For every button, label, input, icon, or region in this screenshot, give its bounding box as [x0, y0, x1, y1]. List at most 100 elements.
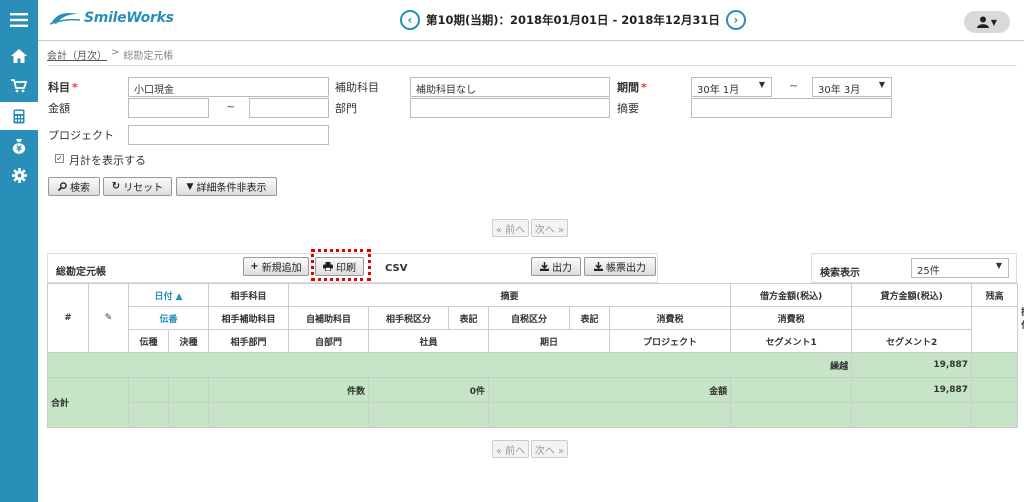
sub-account-input[interactable]: 補助科目なし: [410, 77, 610, 97]
amount-total-value: 19,887: [851, 377, 973, 403]
account-label-text: 科目: [48, 81, 70, 94]
home-icon[interactable]: [0, 42, 38, 70]
period-from-value: 30年 1月: [697, 85, 740, 96]
svg-text:¥: ¥: [16, 145, 22, 154]
logo-text: SmileWorks: [84, 10, 174, 26]
top-bar: SmileWorks ‹ 第10期(当期)：2018年01月01日 - 2018…: [38, 0, 1024, 41]
csv-output-button[interactable]: 出力: [531, 257, 581, 276]
required-mark: *: [641, 81, 647, 94]
logo-swoosh-icon: [50, 12, 80, 25]
table-header-row: 伝種 決種 相手部門 自部門 社員 期日 プロジェクト セグメント1 セグメント…: [48, 329, 1018, 353]
toggle-conditions-label: 詳細条件非表示: [196, 183, 267, 194]
total-cell: [168, 377, 209, 403]
required-mark: *: [72, 81, 78, 94]
total-row-2: [48, 402, 1019, 428]
chevron-right-icon[interactable]: ›: [725, 10, 746, 30]
divider: [47, 65, 1017, 66]
period-from-select[interactable]: 30年 1月 ▼: [691, 77, 772, 97]
form-output-button[interactable]: 帳票出力: [584, 257, 656, 276]
col-credit: 貸方金額(税込): [851, 283, 973, 307]
col-counter-account: 相手科目: [208, 283, 289, 307]
ledger-table: # ✎ 日付 ▲ 相手科目 摘要 借方金額(税込) 貸方金額(税込) 残高 操作…: [46, 283, 1024, 428]
department-input[interactable]: [410, 98, 610, 118]
sub-account-label: 補助科目: [335, 81, 379, 94]
project-input[interactable]: [128, 125, 329, 145]
carryover-ops: [971, 352, 1019, 378]
reset-button[interactable]: ↻ リセット: [103, 177, 172, 196]
total-cell: [851, 402, 973, 428]
col-own-dept: 自部門: [288, 329, 369, 353]
download-icon: [594, 262, 603, 271]
next-page-button-bottom[interactable]: 次へ »: [531, 440, 568, 458]
col-summary: 摘要: [287, 283, 732, 307]
reset-button-label: リセット: [123, 183, 164, 194]
total-cell: [128, 402, 169, 428]
calculator-icon[interactable]: [0, 102, 38, 130]
col-own-sub: 自補助科目: [288, 306, 369, 330]
cart-icon[interactable]: [0, 72, 38, 100]
col-due-date: 期日: [488, 329, 610, 353]
total-cell: [971, 402, 1019, 428]
gear-icon[interactable]: [0, 161, 38, 189]
money-bag-icon[interactable]: ¥: [0, 132, 38, 160]
period-to-select[interactable]: 30年 3月 ▼: [812, 77, 892, 97]
amount-total-label: 金額: [487, 377, 732, 403]
summary-input[interactable]: [691, 98, 892, 118]
sidebar: ¥: [0, 0, 38, 502]
show-monthly-checkbox[interactable]: ✓: [55, 154, 64, 163]
next-page-button[interactable]: 次へ »: [531, 219, 568, 237]
col-segment2: セグメント2: [851, 329, 973, 353]
col-settle-type: 決種: [168, 329, 209, 353]
amount-from-input[interactable]: [128, 98, 209, 118]
project-label: プロジェクト: [48, 129, 114, 142]
period-label: 第10期(当期)：2018年01月01日 - 2018年12月31日: [426, 13, 720, 27]
csv-output-label: 出力: [552, 263, 572, 274]
col-counter-tax: 相手税区分: [368, 306, 449, 330]
carryover-value: 19,887: [851, 352, 973, 378]
col-slip-no[interactable]: 伝番: [128, 306, 209, 330]
period-nav: ‹ 第10期(当期)：2018年01月01日 - 2018年12月31日 ›: [400, 10, 746, 30]
amount-label: 金額: [48, 102, 70, 115]
col-notation: 表記: [569, 306, 610, 330]
amount-to-input[interactable]: [249, 98, 329, 118]
toggle-conditions-button[interactable]: ▼ 詳細条件非表示: [176, 177, 277, 196]
menu-icon[interactable]: [0, 6, 38, 34]
col-empty: [851, 306, 973, 330]
show-monthly-label: 月計を表示する: [69, 154, 146, 167]
col-counter-sub: 相手補助科目: [208, 306, 289, 330]
total-row: 合計 件数 0件 金額 19,887: [47, 377, 1019, 428]
total-cell: [128, 377, 169, 403]
account-input[interactable]: 小口現金: [128, 77, 329, 97]
breadcrumb-root[interactable]: 会計（月次）: [47, 47, 107, 62]
edit-icon: ✎: [104, 313, 113, 323]
prev-page-button-bottom[interactable]: « 前へ: [492, 440, 529, 458]
caret-down-icon: ▼: [995, 261, 1002, 270]
plus-icon: +: [250, 261, 259, 272]
prev-page-button[interactable]: « 前へ: [492, 219, 529, 237]
col-counter-dept: 相手部門: [208, 329, 289, 353]
form-output-label: 帳票出力: [606, 263, 646, 274]
col-date[interactable]: 日付 ▲: [128, 283, 209, 307]
caret-down-icon: ▼: [990, 17, 998, 27]
search-button[interactable]: 検索: [48, 177, 100, 196]
total-cell: [730, 377, 853, 403]
carryover-label: 繰越: [46, 352, 853, 378]
period-tilde: ~: [789, 79, 799, 92]
section-title: 総勘定元帳: [56, 267, 106, 278]
total-cell: [971, 377, 1019, 403]
col-employee: 社員: [368, 329, 489, 353]
total-cell: [730, 402, 853, 428]
display-count-select[interactable]: 25件 ▼: [911, 258, 1009, 278]
user-icon: [976, 16, 989, 28]
period-to-value: 30年 3月: [818, 85, 861, 96]
new-entry-button[interactable]: + 新規追加: [243, 257, 309, 276]
col-slip-type: 伝種: [128, 329, 169, 353]
search-button-label: 検索: [70, 183, 90, 194]
csv-label: CSV: [385, 263, 408, 274]
user-menu-button[interactable]: ▼: [964, 11, 1010, 33]
highlight-marker: [311, 249, 371, 281]
chevron-left-icon[interactable]: ‹: [400, 10, 420, 30]
carryover-row: 繰越 19,887: [46, 352, 1019, 378]
col-tax: 消費税: [608, 306, 732, 330]
total-cell: [487, 402, 732, 428]
